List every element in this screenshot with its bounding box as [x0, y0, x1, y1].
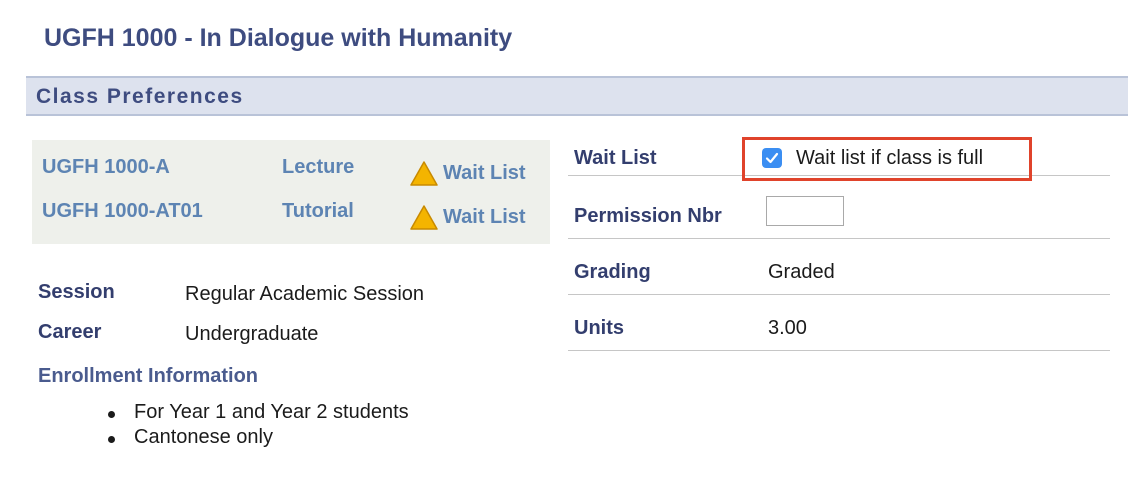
component-id-link[interactable]: UGFH 1000-A [42, 156, 170, 179]
warning-triangle-icon [410, 160, 438, 186]
wait-list-label: Wait List [574, 147, 657, 169]
section-title: Class Preferences [36, 85, 244, 108]
grading-label: Grading [574, 261, 651, 283]
component-status[interactable]: Wait List [410, 156, 526, 186]
career-value: Undergraduate [185, 323, 319, 345]
grading-row: Grading Graded [568, 239, 1110, 295]
session-value: Regular Academic Session [185, 283, 425, 305]
component-type-link[interactable]: Lecture [282, 156, 354, 179]
checkmark-icon [765, 152, 779, 164]
component-row: UGFH 1000-AT01 Tutorial Wait List [32, 188, 550, 230]
list-item: For Year 1 and Year 2 students [100, 400, 409, 425]
wait-list-checkbox[interactable] [762, 148, 782, 168]
units-value: 3.00 [768, 317, 807, 339]
component-type-link[interactable]: Tutorial [282, 200, 354, 223]
component-status-label: Wait List [443, 205, 526, 228]
units-label: Units [574, 317, 624, 339]
class-preferences-page: UGFH 1000 - In Dialogue with Humanity Cl… [0, 0, 1148, 502]
section-header: Class Preferences [26, 76, 1128, 116]
permission-label: Permission Nbr [574, 205, 722, 227]
page-title: UGFH 1000 - In Dialogue with Humanity [44, 24, 513, 52]
grading-value: Graded [768, 261, 835, 283]
component-row: UGFH 1000-A Lecture Wait List [32, 144, 550, 186]
units-row: Units 3.00 [568, 295, 1110, 351]
enrollment-info-title: Enrollment Information [38, 365, 258, 387]
wait-list-checkbox-label[interactable]: Wait list if class is full [796, 147, 983, 170]
wait-list-highlight: Wait list if class is full [742, 137, 1032, 181]
warning-triangle-icon [410, 204, 438, 230]
list-item: Cantonese only [100, 425, 409, 450]
career-label: Career [38, 321, 102, 343]
enrollment-info-list: For Year 1 and Year 2 students Cantonese… [100, 400, 409, 450]
session-label: Session [38, 281, 115, 303]
component-status[interactable]: Wait List [410, 200, 526, 230]
permission-number-input[interactable] [766, 196, 844, 226]
component-status-label: Wait List [443, 161, 526, 184]
class-components-box: UGFH 1000-A Lecture Wait List UGFH 1000-… [32, 140, 550, 244]
component-id-link[interactable]: UGFH 1000-AT01 [42, 200, 203, 223]
